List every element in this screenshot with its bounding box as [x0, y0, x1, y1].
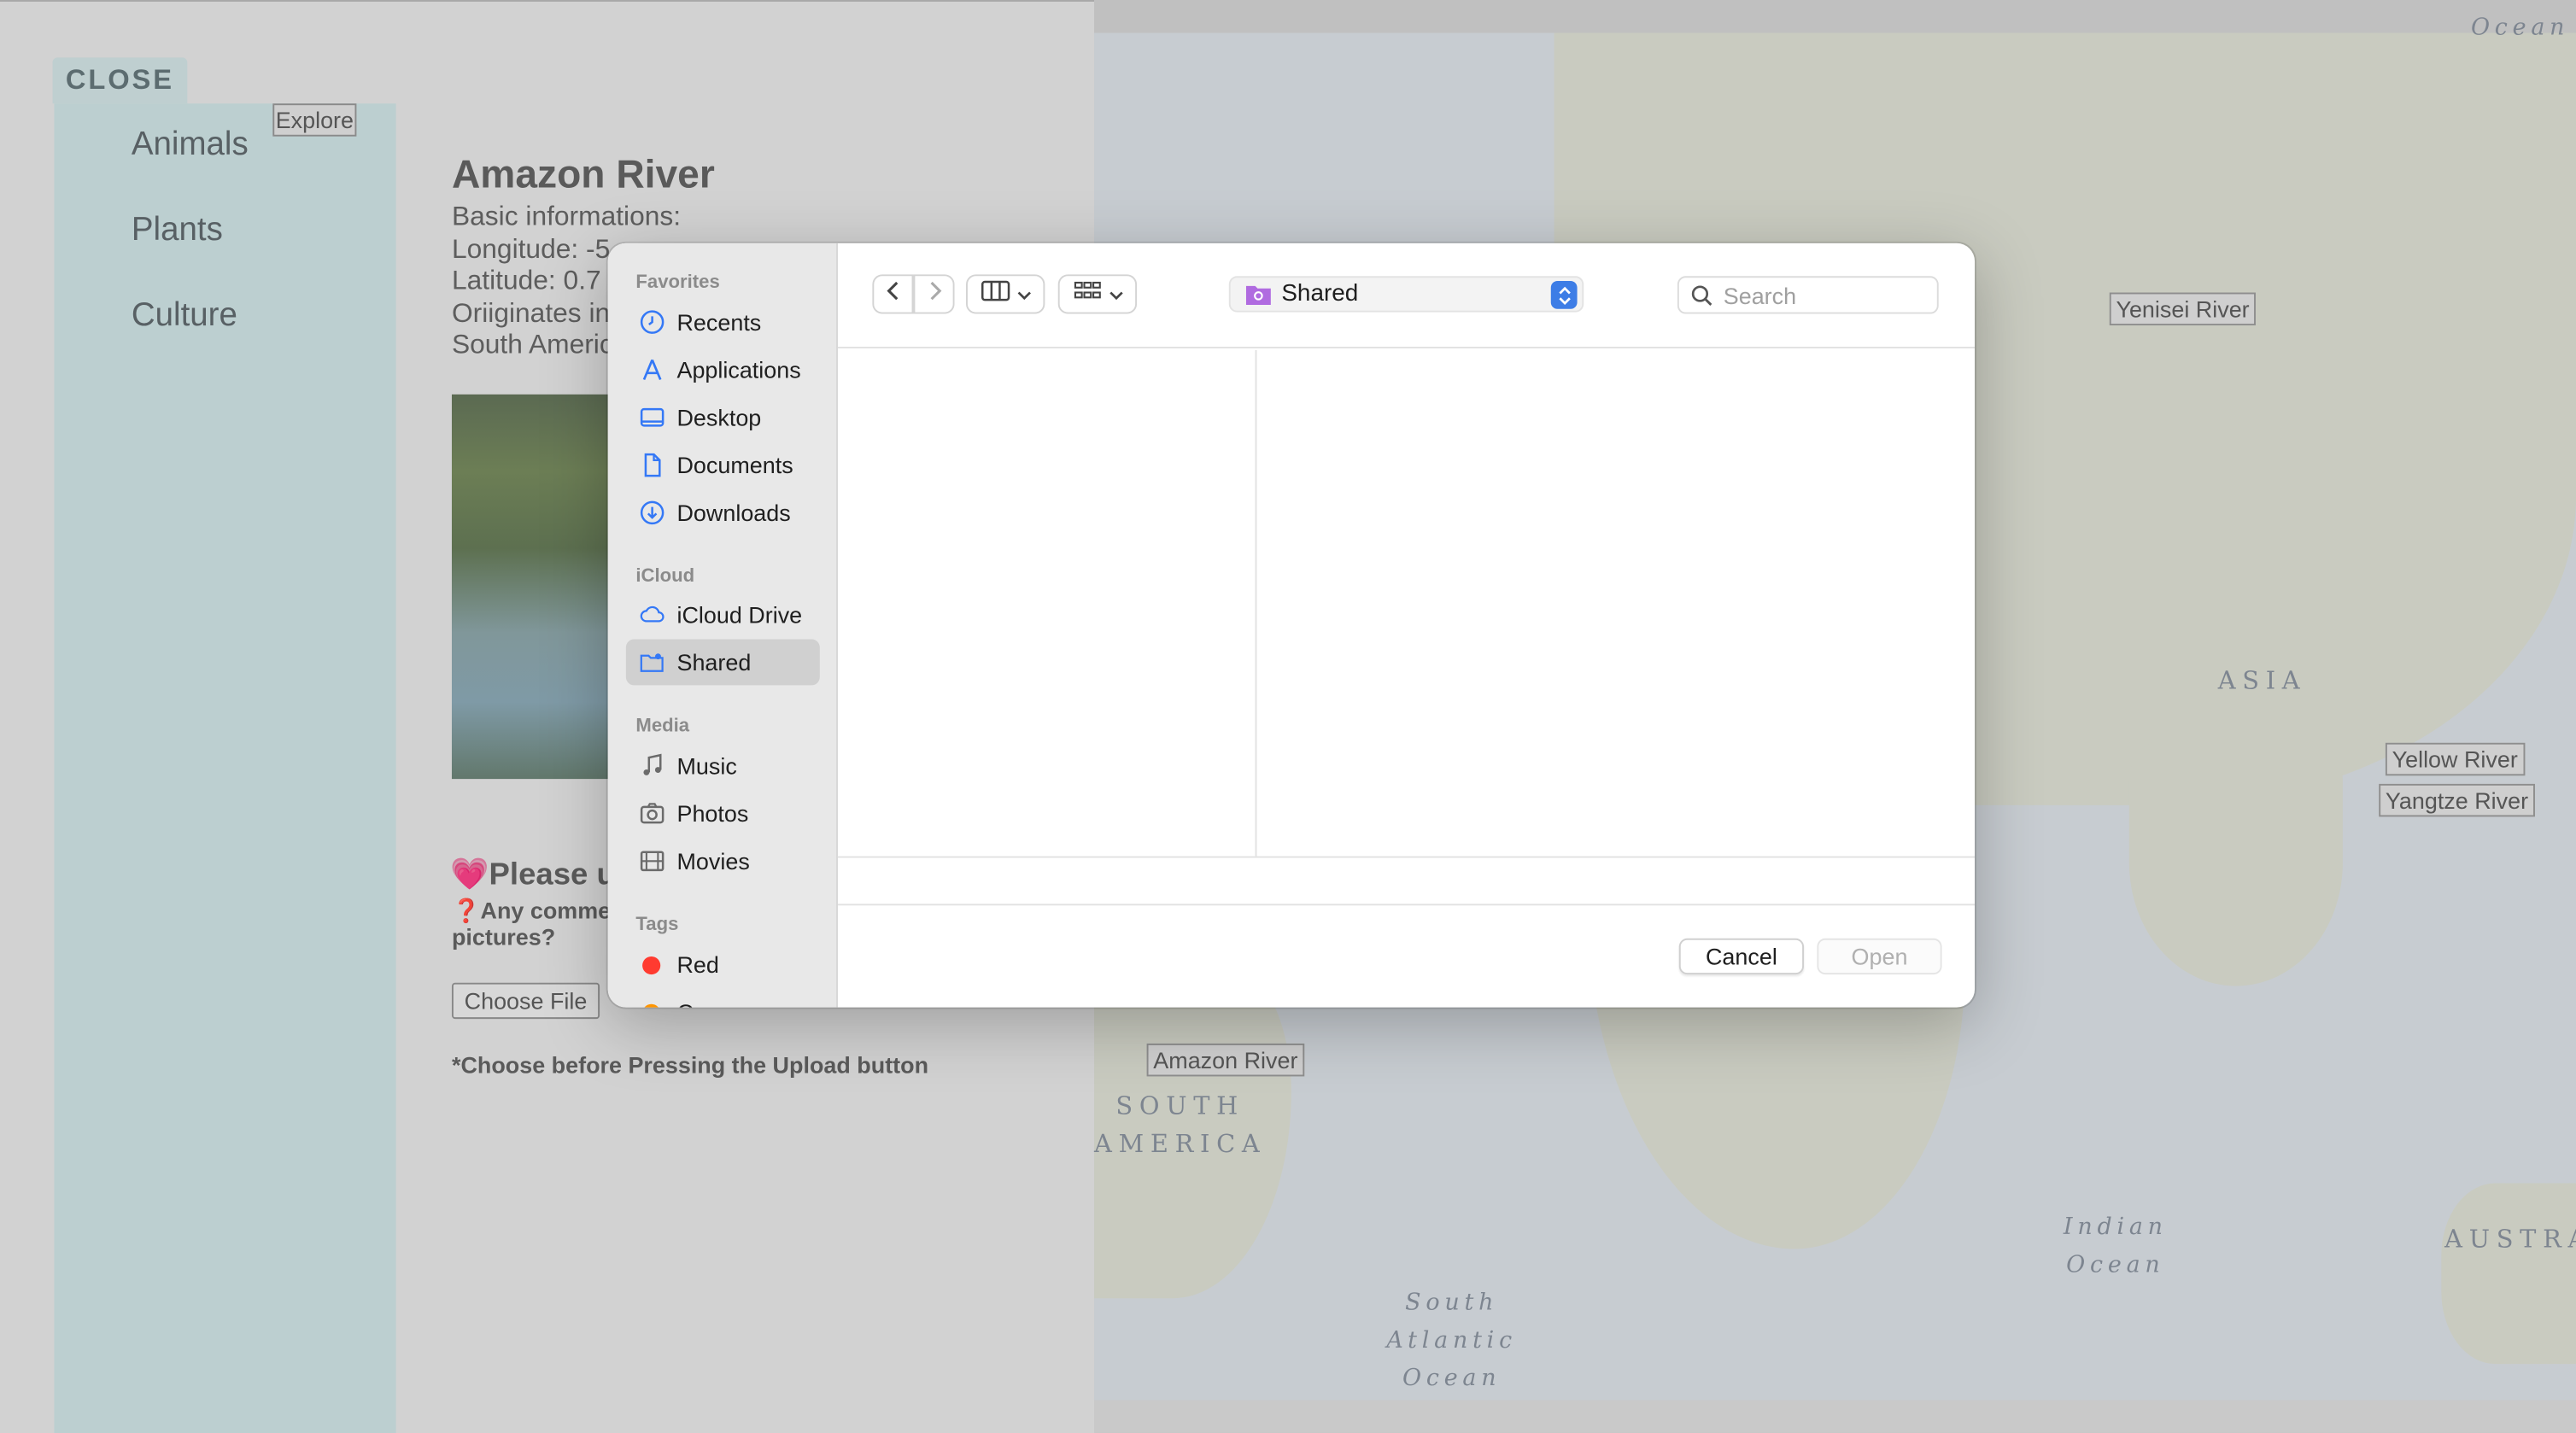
clock-icon [637, 307, 667, 337]
sidebar-item-desktop[interactable]: Desktop [626, 395, 820, 441]
dialog-toolbar: Shared [837, 243, 1976, 348]
group-button[interactable] [1057, 274, 1138, 314]
section-media: Media [635, 716, 690, 737]
sidebar-tag-red[interactable]: Red [626, 942, 820, 988]
chevron-down-icon [1016, 279, 1031, 309]
shared-folder-icon [1245, 283, 1272, 306]
dialog-sidebar: Favorites Recents Applications Desktop D… [607, 243, 838, 1008]
river-photo [451, 394, 617, 780]
desktop-icon [637, 402, 667, 432]
browser-column-2[interactable] [1258, 350, 1975, 857]
sidebar-item-label: O [676, 999, 694, 1008]
applications-icon [637, 355, 667, 385]
location-label: Shared [1281, 281, 1359, 307]
columns-view-icon [980, 278, 1010, 310]
sidebar-item-label: Applications [676, 356, 801, 383]
search-icon [1690, 284, 1713, 307]
choose-note: *Choose before Pressing the Upload butto… [451, 1051, 929, 1079]
geo-label-south-america: SOUTH AMERICA [1094, 1091, 1267, 1159]
camera-icon [637, 798, 667, 828]
river-title: Amazon River [451, 152, 715, 197]
land-india [2128, 739, 2343, 986]
sidebar-tag-orange[interactable]: O [626, 989, 820, 1008]
close-button[interactable]: CLOSE [52, 57, 188, 104]
red-tag-icon [642, 955, 661, 974]
land-australia [2441, 1183, 2576, 1365]
sidebar-item-label: Recents [676, 308, 762, 336]
sidebar-link-animals[interactable]: Animals [132, 126, 249, 164]
sidebar-item-icloud-drive[interactable]: iCloud Drive [626, 592, 820, 638]
geo-label-ocean-top: Ocean [2470, 15, 2570, 42]
up-down-chevron-icon [1550, 281, 1578, 309]
sidebar-item-music[interactable]: Music [626, 743, 820, 789]
open-button[interactable]: Open [1817, 938, 1942, 975]
search-field[interactable] [1677, 276, 1939, 314]
cloud-icon [637, 600, 667, 629]
explore-button[interactable]: Explore [272, 103, 357, 137]
sidebar-item-label: Shared [676, 649, 752, 676]
geo-label-australia: AUSTRA [2444, 1224, 2576, 1255]
sidebar-item-label: Photos [676, 800, 749, 827]
sidebar-item-label: Music [676, 752, 737, 780]
section-icloud: iCloud [635, 566, 695, 587]
river-marker-yellow[interactable]: Yellow River [2385, 742, 2525, 776]
sidebar-item-documents[interactable]: Documents [626, 442, 820, 488]
chevron-down-icon [1108, 279, 1122, 309]
river-marker-yenisei[interactable]: Yenisei River [2109, 292, 2257, 326]
divider [837, 856, 1976, 858]
sidebar-item-applications[interactable]: Applications [626, 347, 820, 393]
music-icon [637, 751, 667, 781]
browser-column-1[interactable] [838, 349, 1257, 857]
map-top-bar [1094, 0, 2576, 33]
map-bottom-bar [1094, 1400, 2576, 1433]
upload-heading: 💗Please u [450, 857, 616, 892]
sidebar-item-movies[interactable]: Movies [626, 838, 820, 884]
section-favorites: Favorites [635, 272, 720, 293]
geo-label-south-atlantic: South Atlantic Ocean [1386, 1290, 1517, 1392]
file-open-dialog: Favorites Recents Applications Desktop D… [607, 243, 1976, 1008]
sidebar-item-label: iCloud Drive [676, 601, 803, 629]
sidebar-item-downloads[interactable]: Downloads [626, 489, 820, 535]
comment-question: ❓Any commen pictures? [451, 897, 625, 950]
forward-button[interactable] [913, 274, 955, 314]
chevron-left-icon [885, 278, 901, 310]
geo-label-asia: ASIA [2217, 665, 2307, 695]
grid-icon [1072, 278, 1102, 310]
film-icon [637, 846, 667, 876]
download-icon [637, 498, 667, 528]
category-sidebar: Animals Plants Culture [54, 103, 396, 1433]
info-line: Basic informations: [451, 202, 682, 232]
back-button[interactable] [872, 274, 914, 314]
search-input[interactable] [1723, 282, 1921, 308]
river-marker-amazon[interactable]: Amazon River [1146, 1043, 1305, 1077]
sidebar-item-label: Documents [676, 452, 793, 478]
shared-folder-icon [637, 647, 667, 677]
geo-label-indian-ocean: Indian Ocean [2063, 1214, 2168, 1279]
cancel-button[interactable]: Cancel [1678, 938, 1805, 975]
section-tags: Tags [635, 915, 679, 935]
sidebar-item-label: Downloads [676, 499, 791, 526]
sidebar-item-label: Movies [676, 847, 750, 874]
view-mode-button[interactable] [966, 274, 1045, 314]
chevron-right-icon [926, 278, 942, 310]
orange-tag-icon [642, 1003, 661, 1008]
sidebar-item-shared[interactable]: Shared [625, 639, 820, 686]
location-popup[interactable]: Shared [1228, 276, 1584, 313]
sidebar-link-culture[interactable]: Culture [132, 297, 237, 335]
divider [837, 904, 1976, 906]
sidebar-item-label: Red [676, 951, 719, 978]
choose-file-button[interactable]: Choose File [451, 982, 600, 1020]
document-icon [637, 450, 667, 480]
sidebar-link-plants[interactable]: Plants [132, 212, 223, 249]
sidebar-item-photos[interactable]: Photos [626, 791, 820, 837]
sidebar-item-label: Desktop [676, 404, 762, 431]
sidebar-item-recents[interactable]: Recents [626, 299, 820, 345]
river-marker-yangtze[interactable]: Yangtze River [2379, 783, 2535, 817]
